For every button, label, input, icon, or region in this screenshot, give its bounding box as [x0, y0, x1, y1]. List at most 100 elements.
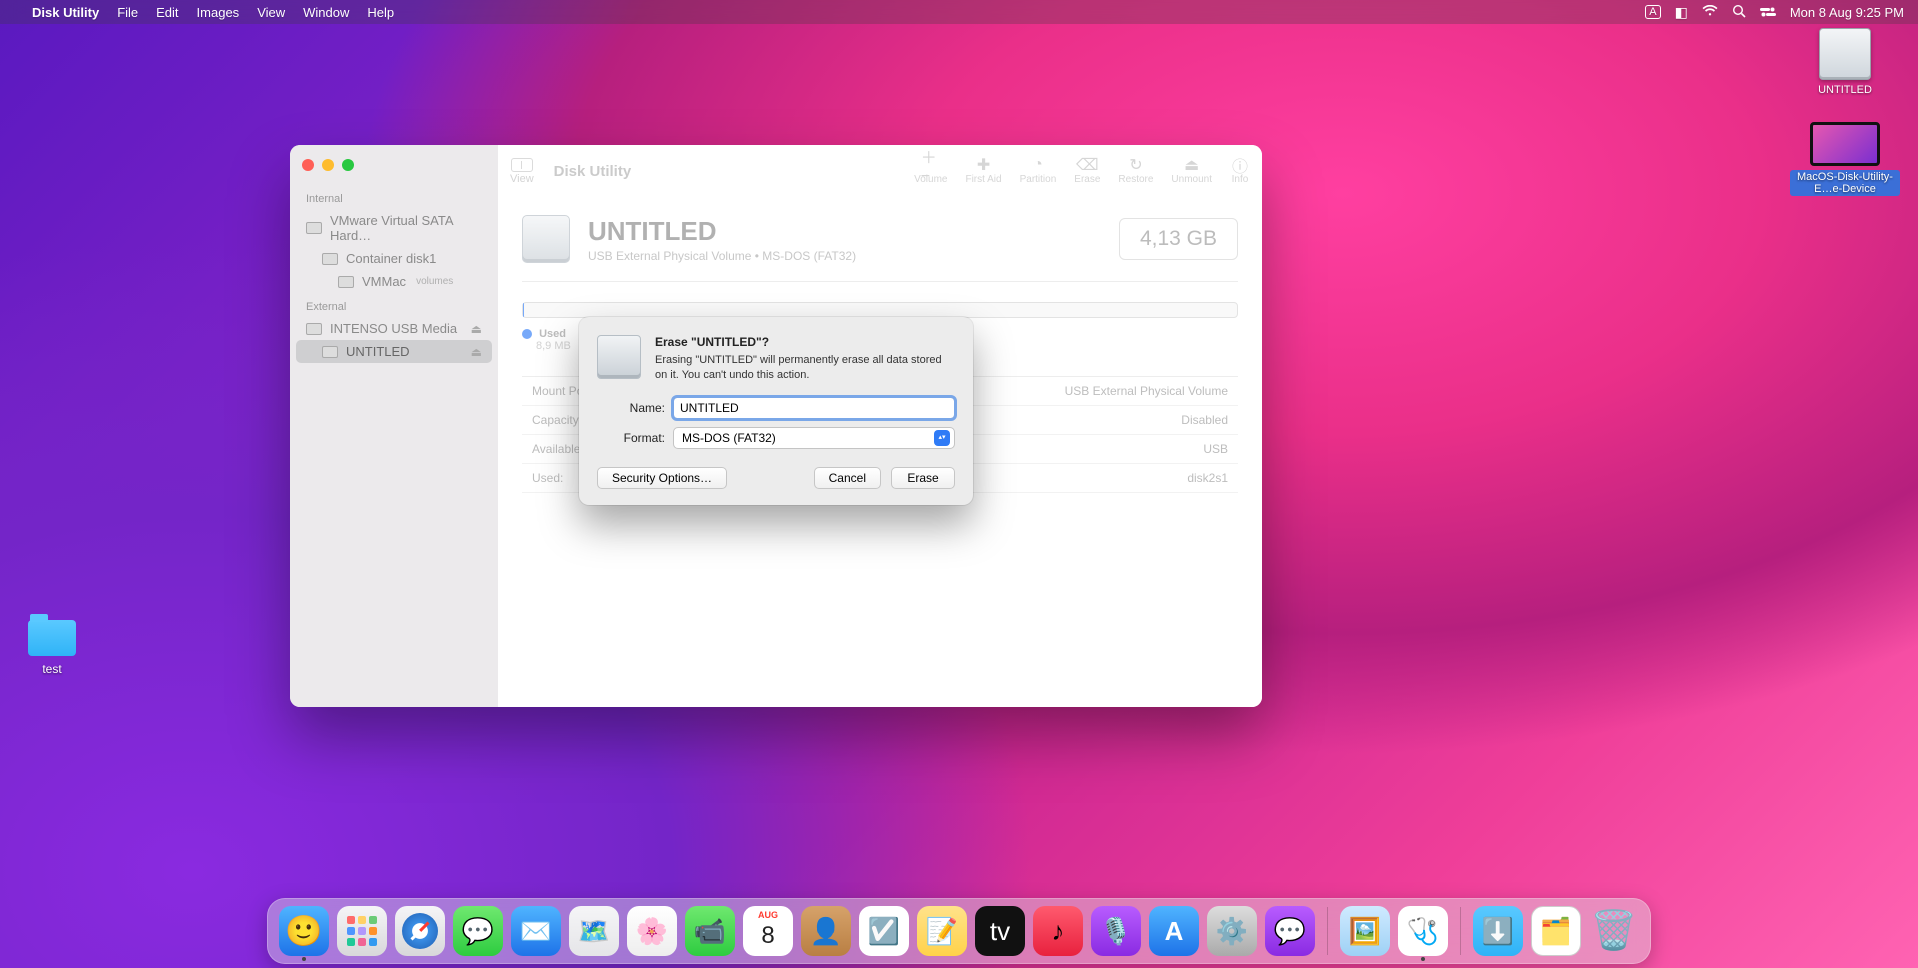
name-input[interactable] [673, 397, 955, 419]
toolbar-erase-button[interactable]: ⌫Erase [1074, 157, 1100, 185]
dock-calendar[interactable]: AUG 8 [743, 906, 793, 956]
toolbar-unmount-button[interactable]: ⏏Unmount [1171, 157, 1212, 185]
image-file-icon [1810, 122, 1880, 166]
sidebar-container-disk1[interactable]: Container disk1 [296, 247, 492, 270]
toolbar-label: Restore [1118, 174, 1153, 185]
sidebar-vmmac-volume[interactable]: VMMac volumes [296, 270, 492, 293]
dock-photos[interactable]: 🌸 [627, 906, 677, 956]
window-title: Disk Utility [554, 163, 632, 180]
dock-launchpad[interactable] [337, 906, 387, 956]
keyboard-indicator-icon[interactable]: A [1645, 5, 1660, 19]
dock-feedback[interactable]: 💬 [1265, 906, 1315, 956]
eject-icon[interactable]: ⏏ [471, 345, 482, 359]
menu-edit[interactable]: Edit [156, 5, 178, 20]
container-icon [322, 253, 338, 265]
sidebar-item-label: INTENSO USB Media [330, 321, 457, 336]
dock-facetime[interactable]: 📹 [685, 906, 735, 956]
dock-music[interactable]: ♪ [1033, 906, 1083, 956]
erase-button[interactable]: Erase [891, 467, 955, 489]
dock-mail[interactable]: ✉️ [511, 906, 561, 956]
menu-help[interactable]: Help [367, 5, 394, 20]
info-icon: ⓘ [1230, 157, 1250, 173]
security-options-button[interactable]: Security Options… [597, 467, 727, 489]
dock-downloads[interactable]: ⬇️ [1473, 906, 1523, 956]
sidebar-internal-disk[interactable]: VMware Virtual SATA Hard… [296, 209, 492, 247]
dock-podcasts[interactable]: 🎙️ [1091, 906, 1141, 956]
info-val: USB [1203, 442, 1228, 456]
dock-reminders[interactable]: ☑️ [859, 906, 909, 956]
toolbar-volume-button[interactable]: ＋−Volume [914, 157, 947, 185]
dock-preview[interactable]: 🖼️ [1340, 906, 1390, 956]
dock-separator [1327, 907, 1328, 955]
menu-window[interactable]: Window [303, 5, 349, 20]
dock-messages[interactable]: 💬 [453, 906, 503, 956]
dock-system-settings[interactable]: ⚙️ [1207, 906, 1257, 956]
dialog-title: Erase "UNTITLED"? [655, 335, 955, 349]
dock-disk-utility[interactable]: 🩺 [1398, 906, 1448, 956]
desktop-disk-untitled[interactable]: UNTITLED [1800, 28, 1890, 96]
desktop-folder-test[interactable]: test [22, 620, 82, 676]
menubar-datetime[interactable]: Mon 8 Aug 9:25 PM [1790, 5, 1904, 20]
window-close-button[interactable] [302, 159, 314, 171]
sidebar-item-label: VMware Virtual SATA Hard… [330, 213, 482, 243]
menu-images[interactable]: Images [197, 5, 240, 20]
first-aid-icon: ✚ [974, 157, 994, 173]
dock-notes[interactable]: 📝 [917, 906, 967, 956]
disk-size: 4,13 GB [1119, 218, 1238, 260]
window-zoom-button[interactable] [342, 159, 354, 171]
sidebar-item-label: VMMac [362, 274, 406, 289]
usage-used-legend: Used 8,9 MB [522, 328, 571, 352]
stage-manager-icon[interactable]: ◧ [1675, 4, 1688, 21]
dock-recents-stack[interactable]: 🗂️ [1531, 906, 1581, 956]
sidebar-intenso-media[interactable]: INTENSO USB Media ⏏ [296, 317, 492, 340]
window-minimize-button[interactable] [322, 159, 334, 171]
sidebar-untitled-volume[interactable]: UNTITLED ⏏ [296, 340, 492, 363]
unmount-icon: ⏏ [1182, 157, 1202, 173]
sidebar-item-label: UNTITLED [346, 344, 410, 359]
sidebar-toggle-icon [511, 158, 533, 172]
dock-finder[interactable]: 🙂 [279, 906, 329, 956]
dock-separator [1460, 907, 1461, 955]
volume-icon [338, 276, 354, 288]
toolbar-partition-button[interactable]: ◔Partition [1020, 157, 1057, 185]
spotlight-icon[interactable] [1732, 4, 1746, 21]
sidebar-item-label: Container disk1 [346, 251, 436, 266]
dock-appstore[interactable]: A [1149, 906, 1199, 956]
external-disk-icon [306, 323, 322, 335]
folder-icon [28, 620, 76, 656]
toolbar-label: View [510, 173, 534, 185]
dock-maps[interactable]: 🗺️ [569, 906, 619, 956]
wifi-icon[interactable] [1702, 4, 1718, 20]
disk-large-icon [522, 215, 570, 263]
dock-tv[interactable]: tv [975, 906, 1025, 956]
toolbar-label: Unmount [1171, 174, 1212, 185]
toolbar-view-button[interactable]: View [510, 158, 534, 185]
dock-trash[interactable]: 🗑️ [1589, 906, 1639, 956]
external-disk-icon [1819, 28, 1871, 80]
usage-bar-fill [523, 303, 524, 317]
restore-icon: ↻ [1126, 157, 1146, 173]
menu-file[interactable]: File [117, 5, 138, 20]
menubar-app-name[interactable]: Disk Utility [32, 5, 99, 20]
toolbar-restore-button[interactable]: ↻Restore [1118, 157, 1153, 185]
dock-contacts[interactable]: 👤 [801, 906, 851, 956]
compass-icon [402, 913, 438, 949]
desktop-screenshot-file[interactable]: MacOS-Disk-Utility-E…e-Device [1790, 118, 1900, 196]
cancel-button[interactable]: Cancel [814, 467, 881, 489]
toolbar: View Disk Utility ＋−Volume ✚First Aid ◔P… [498, 145, 1262, 197]
format-select[interactable]: MS-DOS (FAT32) ▴▾ [673, 427, 955, 449]
dialog-message: Erasing "UNTITLED" will permanently eras… [655, 353, 955, 383]
legend-value: 8,9 MB [536, 340, 571, 352]
calendar-month-label: AUG [743, 910, 793, 920]
toolbar-firstaid-button[interactable]: ✚First Aid [965, 157, 1001, 185]
menu-view[interactable]: View [257, 5, 285, 20]
info-key: Capacity: [532, 413, 582, 427]
sidebar-section-external: External [296, 293, 492, 317]
toolbar-info-button[interactable]: ⓘInfo [1230, 157, 1250, 185]
sidebar-section-internal: Internal [296, 185, 492, 209]
eject-icon[interactable]: ⏏ [471, 322, 482, 336]
dock-safari[interactable] [395, 906, 445, 956]
erase-icon: ⌫ [1077, 157, 1097, 173]
disk-subtitle: USB External Physical Volume • MS-DOS (F… [588, 249, 856, 263]
control-center-icon[interactable] [1760, 4, 1776, 20]
